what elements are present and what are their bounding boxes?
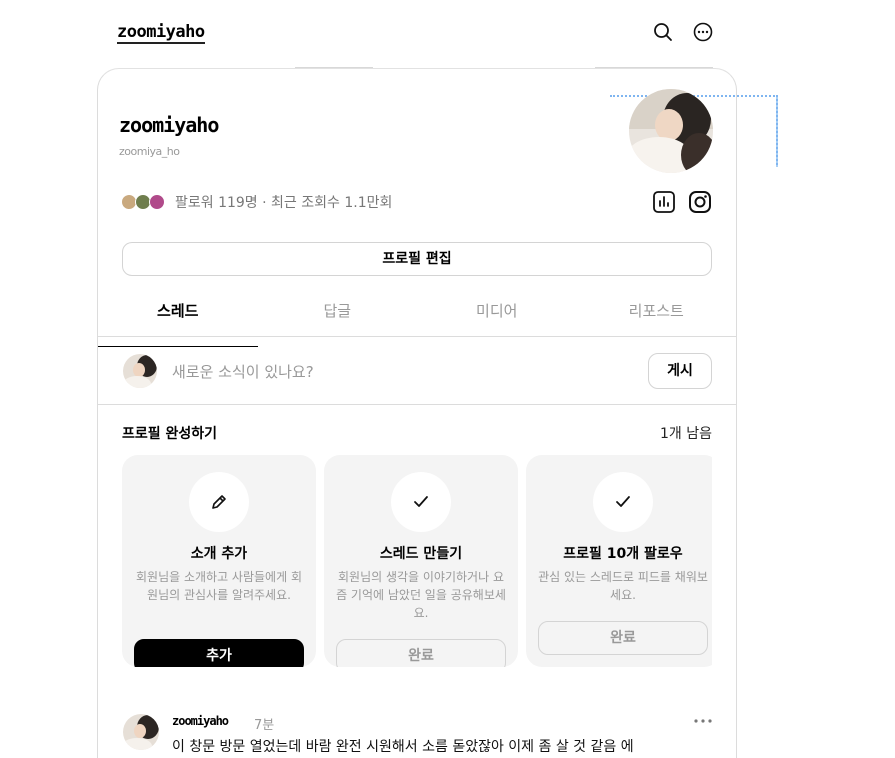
- completion-card-bio: 소개 추가 회원님을 소개하고 사람들에게 회원님의 관심사를 알려주세요. 추…: [122, 455, 316, 667]
- card-title: 프로필 10개 팔로우: [563, 546, 683, 562]
- completion-card-thread: 스레드 만들기 회원님의 생각을 이야기하거나 요즘 기억에 남았던 일을 공유…: [324, 455, 518, 667]
- post-time: 7분: [254, 718, 275, 733]
- tab-replies[interactable]: 답글: [258, 296, 418, 336]
- thread-post[interactable]: zoomiyaho 7분 이 창문 방문 열었는데 바람 완전 시원해서 소름 …: [98, 700, 736, 758]
- profile-completion-remaining: 1개 남음: [660, 426, 712, 442]
- followers-text: 팔로워 119명 · 최근 조회수 1.1만회: [175, 195, 393, 211]
- app-logo[interactable]: zoomiyaho: [117, 22, 205, 44]
- post-button[interactable]: 게시: [648, 353, 712, 389]
- card-icon-wrap: [391, 472, 451, 532]
- follower-avatars: [121, 193, 167, 211]
- tab-media[interactable]: 미디어: [417, 296, 577, 336]
- search-icon[interactable]: [653, 22, 673, 42]
- more-options-icon[interactable]: [693, 22, 713, 42]
- card-icon-wrap: [189, 472, 249, 532]
- tab-threads[interactable]: 스레드: [98, 296, 258, 347]
- card-title: 스레드 만들기: [379, 546, 463, 562]
- top-bar: zoomiyaho: [0, 0, 895, 68]
- completion-cards: 소개 추가 회원님을 소개하고 사람들에게 회원님의 관심사를 알려주세요. 추…: [122, 455, 712, 667]
- card-title: 소개 추가: [190, 546, 248, 562]
- profile-name: zoomiyaho: [119, 113, 219, 137]
- edit-profile-button[interactable]: 프로필 편집: [122, 242, 712, 276]
- card-icon-wrap: [593, 472, 653, 532]
- follower-avatar: [149, 194, 165, 210]
- check-icon: [414, 496, 428, 507]
- composer: 새로운 소식이 있나요? 게시: [98, 337, 736, 405]
- follow-done-button[interactable]: 완료: [538, 621, 708, 655]
- card-description: 관심 있는 스레드로 피드를 채워보세요.: [538, 570, 708, 602]
- post-username[interactable]: zoomiyaho: [172, 714, 229, 728]
- completion-card-follow: 프로필 10개 팔로우 관심 있는 스레드로 피드를 채워보세요. 완료: [526, 455, 712, 667]
- card-description: 회원님의 생각을 이야기하거나 요즘 기억에 남았던 일을 공유해보세요.: [336, 570, 506, 620]
- insights-icon[interactable]: [652, 190, 676, 214]
- profile-completion-title: 프로필 완성하기: [122, 426, 218, 442]
- thread-done-button[interactable]: 완료: [336, 639, 506, 667]
- card-description: 회원님을 소개하고 사람들에게 회원님의 관심사를 알려주세요.: [135, 570, 302, 602]
- profile-handle: zoomiya_ho: [119, 145, 180, 158]
- add-bio-button[interactable]: 추가: [134, 639, 304, 667]
- followers-row[interactable]: 팔로워 119명 · 최근 조회수 1.1만회: [121, 192, 392, 212]
- composer-avatar: [123, 354, 157, 388]
- profile-avatar[interactable]: [629, 89, 713, 173]
- post-text: 이 창문 방문 열었는데 바람 완전 시원해서 소름 돋았잖아 이제 좀 살 것…: [172, 739, 634, 755]
- instagram-icon[interactable]: [688, 190, 712, 214]
- post-avatar[interactable]: [123, 714, 159, 750]
- profile-tabs: 스레드 답글 미디어 리포스트: [98, 296, 737, 347]
- pencil-icon: [212, 495, 226, 509]
- tab-reposts[interactable]: 리포스트: [577, 296, 737, 336]
- check-icon: [616, 496, 630, 507]
- more-icon[interactable]: [692, 714, 714, 728]
- composer-input[interactable]: 새로운 소식이 있나요?: [172, 361, 314, 382]
